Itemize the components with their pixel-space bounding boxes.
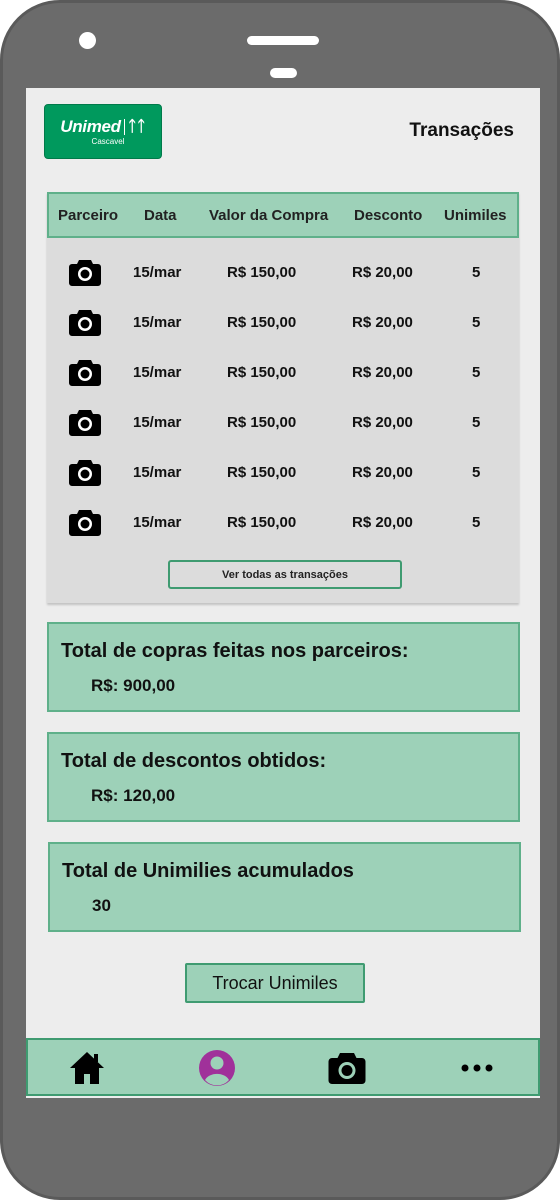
cell-unimiles: 5 [472,314,481,331]
cell-date: 15/mar [133,364,182,381]
cell-discount: R$ 20,00 [352,364,413,381]
cell-unimiles: 5 [472,514,481,531]
summary-value: R$: 120,00 [91,786,176,805]
phone-frame: Unimed ᛏᛏ Cascavel Transações Parceiro D… [0,0,560,1200]
camera-icon [69,410,101,436]
camera-icon [69,310,101,336]
cell-discount: R$ 20,00 [352,464,413,481]
summary-value: 30 [92,896,111,915]
nav-more[interactable] [455,1048,499,1088]
cell-purchase-value: R$ 150,00 [227,464,297,481]
summary-label: Total de copras feitas nos parceiros: [61,640,409,662]
table-row[interactable]: 15/mar R$ 150,00 R$ 20,00 5 [47,300,519,350]
cell-discount: R$ 20,00 [352,314,413,331]
cell-purchase-value: R$ 150,00 [227,314,297,331]
column-header-purchase-value: Valor da Compra [209,207,329,224]
see-all-transactions-button[interactable]: Ver todas as transações [168,560,402,589]
profile-icon [199,1050,235,1086]
cell-unimiles: 5 [472,364,481,381]
summary-total-discounts: Total de descontos obtidos: R$: 120,00 [47,732,520,822]
nav-home[interactable] [65,1048,109,1088]
trade-unimiles-button[interactable]: Trocar Unimiles [185,963,365,1003]
camera-icon [69,510,101,536]
camera-icon [69,460,101,486]
table-row[interactable]: 15/mar R$ 150,00 R$ 20,00 5 [47,350,519,400]
cell-unimiles: 5 [472,464,481,481]
app-screen: Unimed ᛏᛏ Cascavel Transações Parceiro D… [26,88,540,1098]
column-header-partner: Parceiro [58,207,119,224]
column-header-unimiles: Unimiles [444,207,507,224]
summary-total-purchases: Total de copras feitas nos parceiros: R$… [47,622,520,712]
nav-profile[interactable] [195,1048,239,1088]
cell-purchase-value: R$ 150,00 [227,364,297,381]
cell-date: 15/mar [133,314,182,331]
table-row[interactable]: 15/mar R$ 150,00 R$ 20,00 5 [47,500,519,550]
camera-icon [69,360,101,386]
table-row[interactable]: 15/mar R$ 150,00 R$ 20,00 5 [47,400,519,450]
table-row[interactable]: 15/mar R$ 150,00 R$ 20,00 5 [47,450,519,500]
logo-subtext: Cascavel [91,137,125,146]
summary-label: Total de Unimilies acumulados [62,860,354,882]
home-icon [70,1052,104,1084]
cell-discount: R$ 20,00 [352,514,413,531]
cell-date: 15/mar [133,414,182,431]
summary-value: R$: 900,00 [91,676,176,695]
logo-wordmark: Unimed [60,117,121,136]
proximity-sensor [270,68,297,78]
bottom-navigation [26,1038,540,1096]
speaker-grille [247,36,319,45]
column-header-discount: Desconto [354,207,423,224]
camera-icon [69,260,101,286]
cell-purchase-value: R$ 150,00 [227,514,297,531]
summary-total-unimiles: Total de Unimilies acumulados 30 [48,842,521,932]
cell-date: 15/mar [133,264,182,281]
logo-symbol-icon: ᛏᛏ [123,119,146,135]
cell-discount: R$ 20,00 [352,264,413,281]
unimed-logo: Unimed ᛏᛏ Cascavel [44,104,162,159]
transactions-table: Parceiro Data Valor da Compra Desconto U… [47,192,519,603]
cell-unimiles: 5 [472,264,481,281]
table-row[interactable]: 15/mar R$ 150,00 R$ 20,00 5 [47,250,519,300]
cell-date: 15/mar [133,464,182,481]
cell-date: 15/mar [133,514,182,531]
cell-unimiles: 5 [472,414,481,431]
camera-icon [328,1053,366,1084]
cell-discount: R$ 20,00 [352,414,413,431]
summary-label: Total de descontos obtidos: [61,750,327,772]
column-header-date: Data [144,207,177,224]
front-camera [79,32,96,49]
page-title: Transações [409,120,514,141]
cell-purchase-value: R$ 150,00 [227,414,297,431]
nav-camera[interactable] [325,1048,369,1088]
table-header: Parceiro Data Valor da Compra Desconto U… [47,192,519,238]
cell-purchase-value: R$ 150,00 [227,264,297,281]
more-icon [461,1064,493,1072]
